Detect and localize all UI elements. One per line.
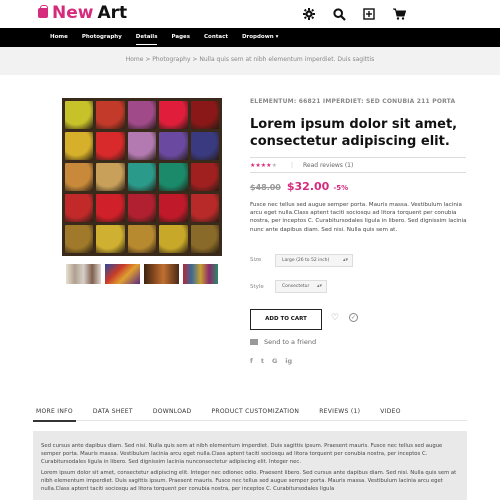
send-to-friend-link[interactable]: Send to a friend	[250, 338, 316, 346]
tab-reviews[interactable]: REVIEWS (1)	[316, 404, 363, 420]
tab-paragraph-2: Lorem ipsum dolor sit amet, consectetur …	[41, 470, 457, 492]
current-price: $32.00	[286, 180, 330, 193]
pigment-tile	[65, 101, 94, 129]
settings-icon[interactable]	[300, 5, 318, 23]
pigment-tile	[190, 101, 219, 129]
pigment-tile	[96, 101, 125, 129]
style-select[interactable]: Consectetur ▴▾	[275, 280, 327, 293]
discount-badge: -5%	[333, 184, 349, 192]
thumbnail-3[interactable]	[144, 264, 179, 284]
pigment-tile	[96, 194, 125, 222]
product-tabs: MORE INFO DATA SHEET DOWNLOAD PRODUCT CU…	[33, 404, 467, 422]
pigment-tile	[96, 132, 125, 160]
chevron-down-icon: ▴▾	[316, 283, 322, 289]
pigment-tile	[127, 163, 157, 191]
cart-icon[interactable]	[390, 5, 408, 23]
tab-more-info[interactable]: MORE INFO	[33, 404, 76, 422]
facebook-icon[interactable]: f	[250, 357, 253, 365]
compare-check-icon[interactable]: ✓	[349, 313, 358, 322]
pigment-tile	[65, 132, 94, 160]
breadcrumb[interactable]: Home > Photography > Nulla quis sem at n…	[0, 47, 500, 75]
send-to-friend-label: Send to a friend	[264, 338, 317, 346]
site-header: New Art	[0, 0, 500, 28]
nav-item-dropdown[interactable]: Dropdown ▾	[242, 28, 278, 47]
nav-item-photography[interactable]: Photography	[82, 28, 122, 47]
pigment-tile	[159, 163, 188, 191]
price-row: $48.00 $32.00 -5%	[250, 180, 348, 193]
tab-content: Sed cursus ante dapibus diam. Sed nisi. …	[33, 431, 467, 500]
logo-text-secondary: Art	[97, 3, 128, 23]
rating-divider: |	[290, 161, 293, 169]
pigment-tile	[127, 225, 157, 253]
old-price: $48.00	[250, 183, 281, 192]
tab-download[interactable]: DOWNLOAD	[150, 404, 195, 420]
style-select-value: Consectetur	[282, 284, 310, 289]
read-reviews-link[interactable]: Read reviews (1)	[303, 162, 353, 169]
nav-item-pages[interactable]: Pages	[171, 28, 190, 47]
add-to-cart-button[interactable]: ADD TO CART	[250, 309, 322, 330]
pigment-tile	[65, 225, 94, 253]
thumbnail-1[interactable]	[66, 264, 101, 284]
product-description: Fusce nec tellus sed augue semper porta.…	[250, 202, 467, 233]
nav-item-contact[interactable]: Contact	[204, 28, 228, 47]
pigment-tile	[190, 225, 219, 253]
pigment-tile	[159, 101, 188, 129]
style-label: Style	[250, 284, 264, 290]
chevron-down-icon: ▴▾	[342, 257, 348, 263]
main-nav: Home Photography Details Pages Contact D…	[0, 28, 500, 47]
pigment-tile	[65, 194, 94, 222]
product-main-image[interactable]	[62, 98, 222, 256]
pigment-tile	[159, 194, 188, 222]
rating-row: ★★★★★ | Read reviews (1)	[250, 157, 466, 173]
pigment-tile	[127, 194, 157, 222]
search-icon[interactable]	[330, 5, 348, 23]
header-icons	[300, 5, 408, 23]
pigment-tile	[96, 163, 125, 191]
pigment-tile	[127, 101, 157, 129]
pigment-tile	[127, 132, 157, 160]
size-select[interactable]: Large (26 to 52 inch) ▴▾	[275, 254, 353, 267]
twitter-icon[interactable]: t	[261, 357, 264, 365]
size-select-value: Large (26 to 52 inch)	[282, 258, 330, 263]
thumbnail-4[interactable]	[183, 264, 218, 284]
google-icon[interactable]: G	[272, 357, 277, 365]
pigment-tile	[159, 225, 188, 253]
shopping-bag-icon	[38, 5, 48, 18]
product-reference: ELEMENTUM: 66821 IMPERDIET: SED CONUBIA …	[250, 98, 456, 105]
rating-stars: ★★★★★	[250, 162, 277, 169]
nav-item-details[interactable]: Details	[135, 28, 157, 47]
logo-text-primary: New	[52, 3, 94, 23]
pigment-tile	[65, 163, 94, 191]
star-icon: ★	[271, 161, 277, 169]
pigment-tile	[190, 132, 219, 160]
site-logo[interactable]: New Art	[38, 3, 127, 23]
pigment-tile	[190, 163, 219, 191]
tab-video[interactable]: VIDEO	[377, 404, 404, 420]
tab-data-sheet[interactable]: DATA SHEET	[90, 404, 136, 420]
social-share: f t G ig	[250, 357, 292, 365]
product-title: Lorem ipsum dolor sit amet, consectetur …	[250, 117, 458, 149]
pigment-tile	[159, 132, 188, 160]
nav-item-home[interactable]: Home	[50, 28, 68, 47]
pigment-tile	[96, 225, 125, 253]
instagram-icon[interactable]: ig	[285, 357, 292, 365]
product-thumbnails	[66, 264, 218, 284]
thumbnail-2[interactable]	[105, 264, 140, 284]
tab-product-customization[interactable]: PRODUCT CUSTOMIZATION	[208, 404, 302, 420]
envelope-icon	[250, 339, 258, 345]
compare-icon[interactable]	[360, 5, 378, 23]
tab-paragraph-1: Sed cursus ante dapibus diam. Sed nisi. …	[41, 443, 443, 465]
pigment-tile	[190, 194, 219, 222]
size-label: Size	[250, 257, 262, 263]
wishlist-heart-icon[interactable]: ♡	[331, 313, 339, 323]
